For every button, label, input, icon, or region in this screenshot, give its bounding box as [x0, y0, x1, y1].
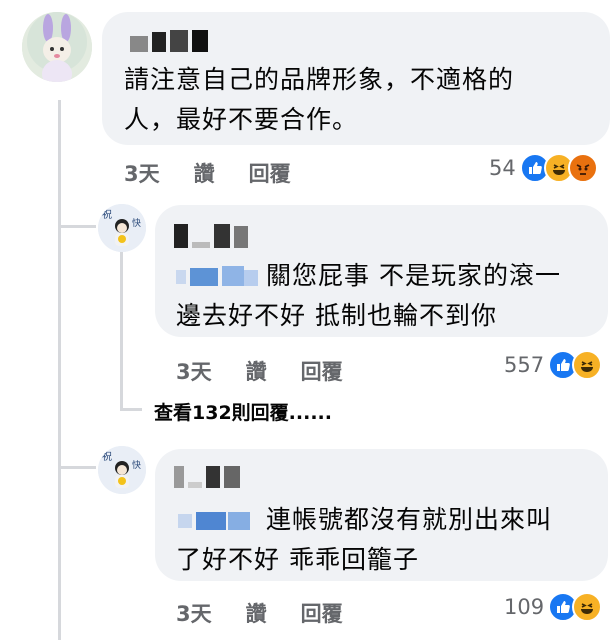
haha-icon	[572, 350, 603, 380]
bunny-avatar-icon	[22, 12, 92, 82]
comment-actions: 3天 讚 回覆	[176, 598, 377, 628]
reply-button[interactable]: 回覆	[301, 356, 343, 386]
thread-line-sub	[120, 250, 123, 410]
comment-text-line: 了好不好 乖乖回籠子	[176, 545, 419, 574]
angry-icon	[567, 153, 598, 183]
comment-actions: 3天 讚 回覆	[124, 158, 325, 188]
thread-line-main	[58, 100, 61, 640]
reaction-summary[interactable]: 54	[489, 153, 598, 183]
avatar[interactable]	[22, 12, 92, 82]
author-name-redacted[interactable]	[174, 224, 248, 248]
comment-text-line: 人，最好不要合作。	[124, 105, 359, 134]
reaction-summary[interactable]: 557	[504, 350, 603, 380]
reaction-count: 54	[489, 156, 516, 180]
svg-text:祝: 祝	[102, 208, 112, 221]
reaction-count: 109	[504, 595, 545, 619]
comment-text-line: 邊去好不好 抵制也輪不到你	[176, 301, 497, 330]
view-more-replies-link[interactable]: 查看132則回覆......	[154, 398, 332, 425]
like-button[interactable]: 讚	[246, 356, 267, 386]
like-button[interactable]: 讚	[246, 598, 267, 628]
mention-redacted[interactable]	[176, 264, 260, 290]
character-avatar-icon: 祝 快	[98, 204, 146, 252]
thread-branch-2	[58, 466, 96, 469]
reaction-summary[interactable]: 109	[504, 592, 603, 622]
avatar[interactable]: 祝 快	[98, 446, 146, 494]
timestamp[interactable]: 3天	[124, 158, 160, 188]
reply-button[interactable]: 回覆	[249, 158, 291, 188]
comment-text: 關您屁事 不是玩家的滾一 邊去好不好 抵制也輪不到你	[176, 256, 561, 336]
comment-text-line: 請注意自己的品牌形象，不適格的	[124, 65, 515, 94]
comment-text: 請注意自己的品牌形象，不適格的 人，最好不要合作。	[124, 60, 514, 140]
author-name-redacted[interactable]	[130, 30, 208, 52]
comment-text-line: 連帳號都沒有就別出來叫	[176, 500, 552, 540]
comment-text-line: 關您屁事 不是玩家的滾一	[176, 256, 561, 296]
thread-branch-1	[58, 225, 96, 228]
mention-redacted[interactable]	[176, 508, 260, 534]
svg-text:快: 快	[132, 217, 141, 229]
reaction-count: 557	[504, 353, 545, 377]
reply-button[interactable]: 回覆	[301, 598, 343, 628]
timestamp[interactable]: 3天	[176, 598, 212, 628]
like-button[interactable]: 讚	[194, 158, 215, 188]
author-name-redacted[interactable]	[174, 466, 240, 488]
comment-text: 連帳號都沒有就別出來叫 了好不好 乖乖回籠子	[176, 500, 552, 580]
haha-icon	[572, 592, 603, 622]
svg-text:快: 快	[132, 459, 141, 471]
character-avatar-icon: 祝 快	[98, 446, 146, 494]
thread-branch-sub	[120, 408, 142, 411]
comment-actions: 3天 讚 回覆	[176, 356, 377, 386]
timestamp[interactable]: 3天	[176, 356, 212, 386]
avatar[interactable]: 祝 快	[98, 204, 146, 252]
svg-text:祝: 祝	[102, 450, 112, 463]
